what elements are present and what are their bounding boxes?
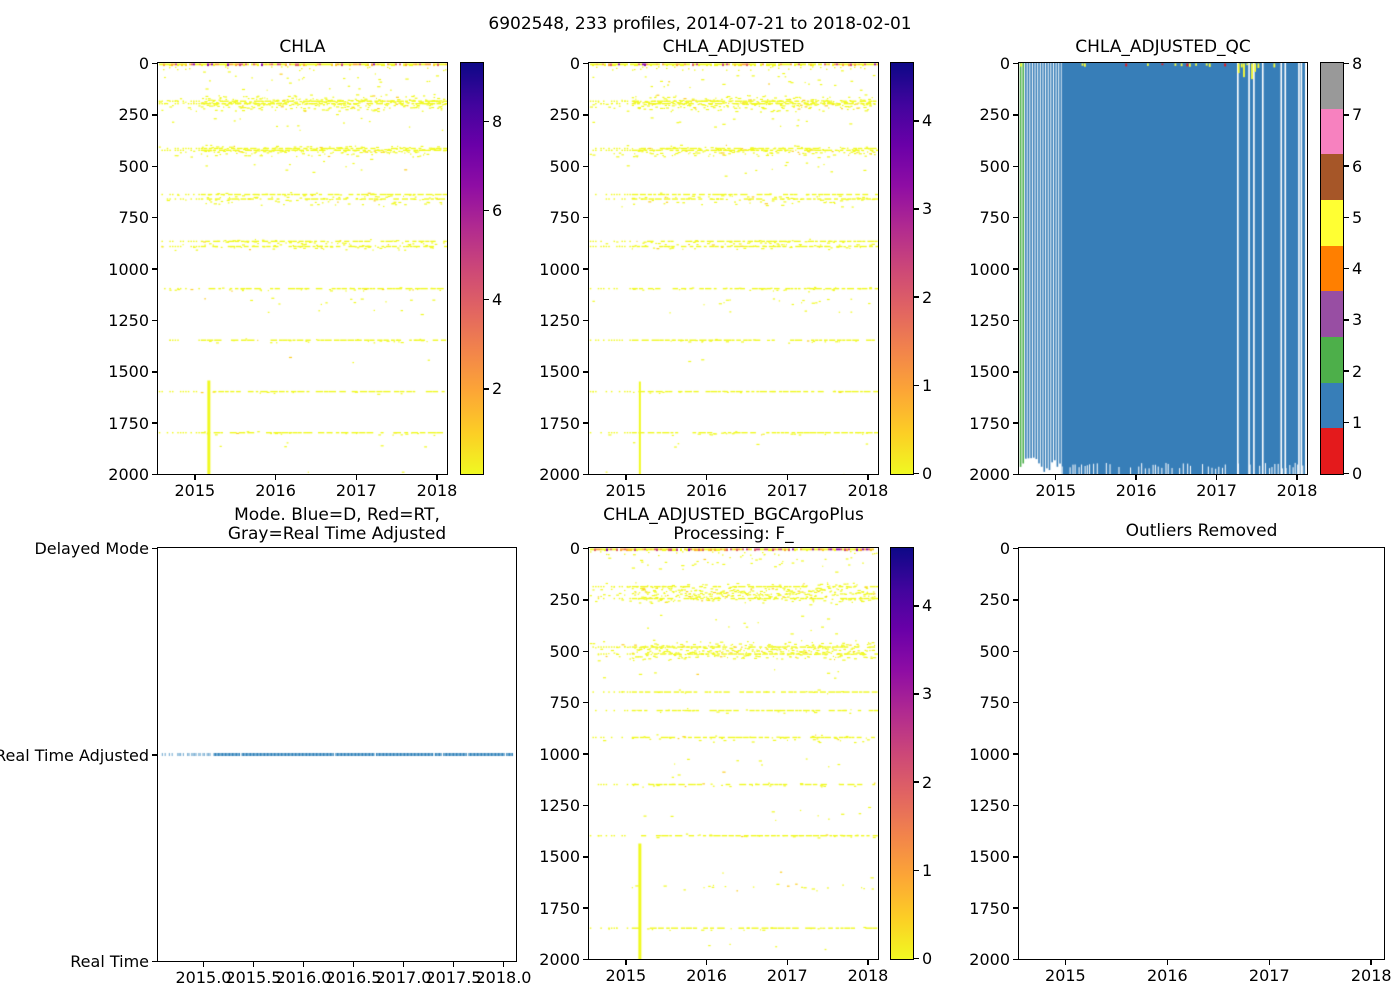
x-tick-label: 2015 — [1045, 966, 1086, 985]
y-tick-label: 1250 — [969, 795, 1010, 815]
subplot-outliers: Outliers Removed 2015 2016 2017 2018 0 250 500… — [0, 0, 1400, 1000]
y-tick-label: 250 — [979, 590, 1010, 610]
x-tick-mark — [1268, 959, 1271, 965]
y-tick-mark — [1013, 907, 1018, 909]
x-tick-mark — [1370, 959, 1372, 965]
y-tick-mark — [1013, 701, 1018, 704]
y-tick-mark — [1013, 599, 1018, 601]
y-tick-label: 500 — [979, 641, 1010, 661]
y-tick-label: 1500 — [969, 847, 1010, 867]
x-tick-label: 2017 — [1248, 966, 1290, 985]
y-tick-mark — [1013, 804, 1018, 807]
x-tick-label: 2018 — [1350, 966, 1392, 985]
x-tick-label: 2016 — [1146, 966, 1188, 985]
x-tick-mark — [1064, 959, 1067, 965]
y-tick-label: 1750 — [969, 898, 1010, 918]
y-tick-label: 1000 — [969, 744, 1010, 764]
figure: 6902548, 233 profiles, 2014-07-21 to 201… — [0, 0, 1400, 1000]
y-tick-mark — [1013, 650, 1018, 652]
y-tick-label: 0 — [999, 539, 1010, 558]
y-tick-mark — [1013, 547, 1018, 550]
x-tick-mark — [1166, 959, 1169, 965]
y-tick-label: 750 — [979, 693, 1010, 713]
outliers-plot-canvas — [1019, 548, 1384, 959]
y-tick-mark — [1013, 856, 1018, 858]
y-tick-mark — [1013, 753, 1018, 755]
subplot-title-outliers: Outliers Removed — [1125, 521, 1278, 541]
y-tick-mark — [1013, 958, 1018, 961]
y-tick-label: 2000 — [969, 950, 1010, 969]
plot-area-outliers — [1018, 547, 1385, 960]
